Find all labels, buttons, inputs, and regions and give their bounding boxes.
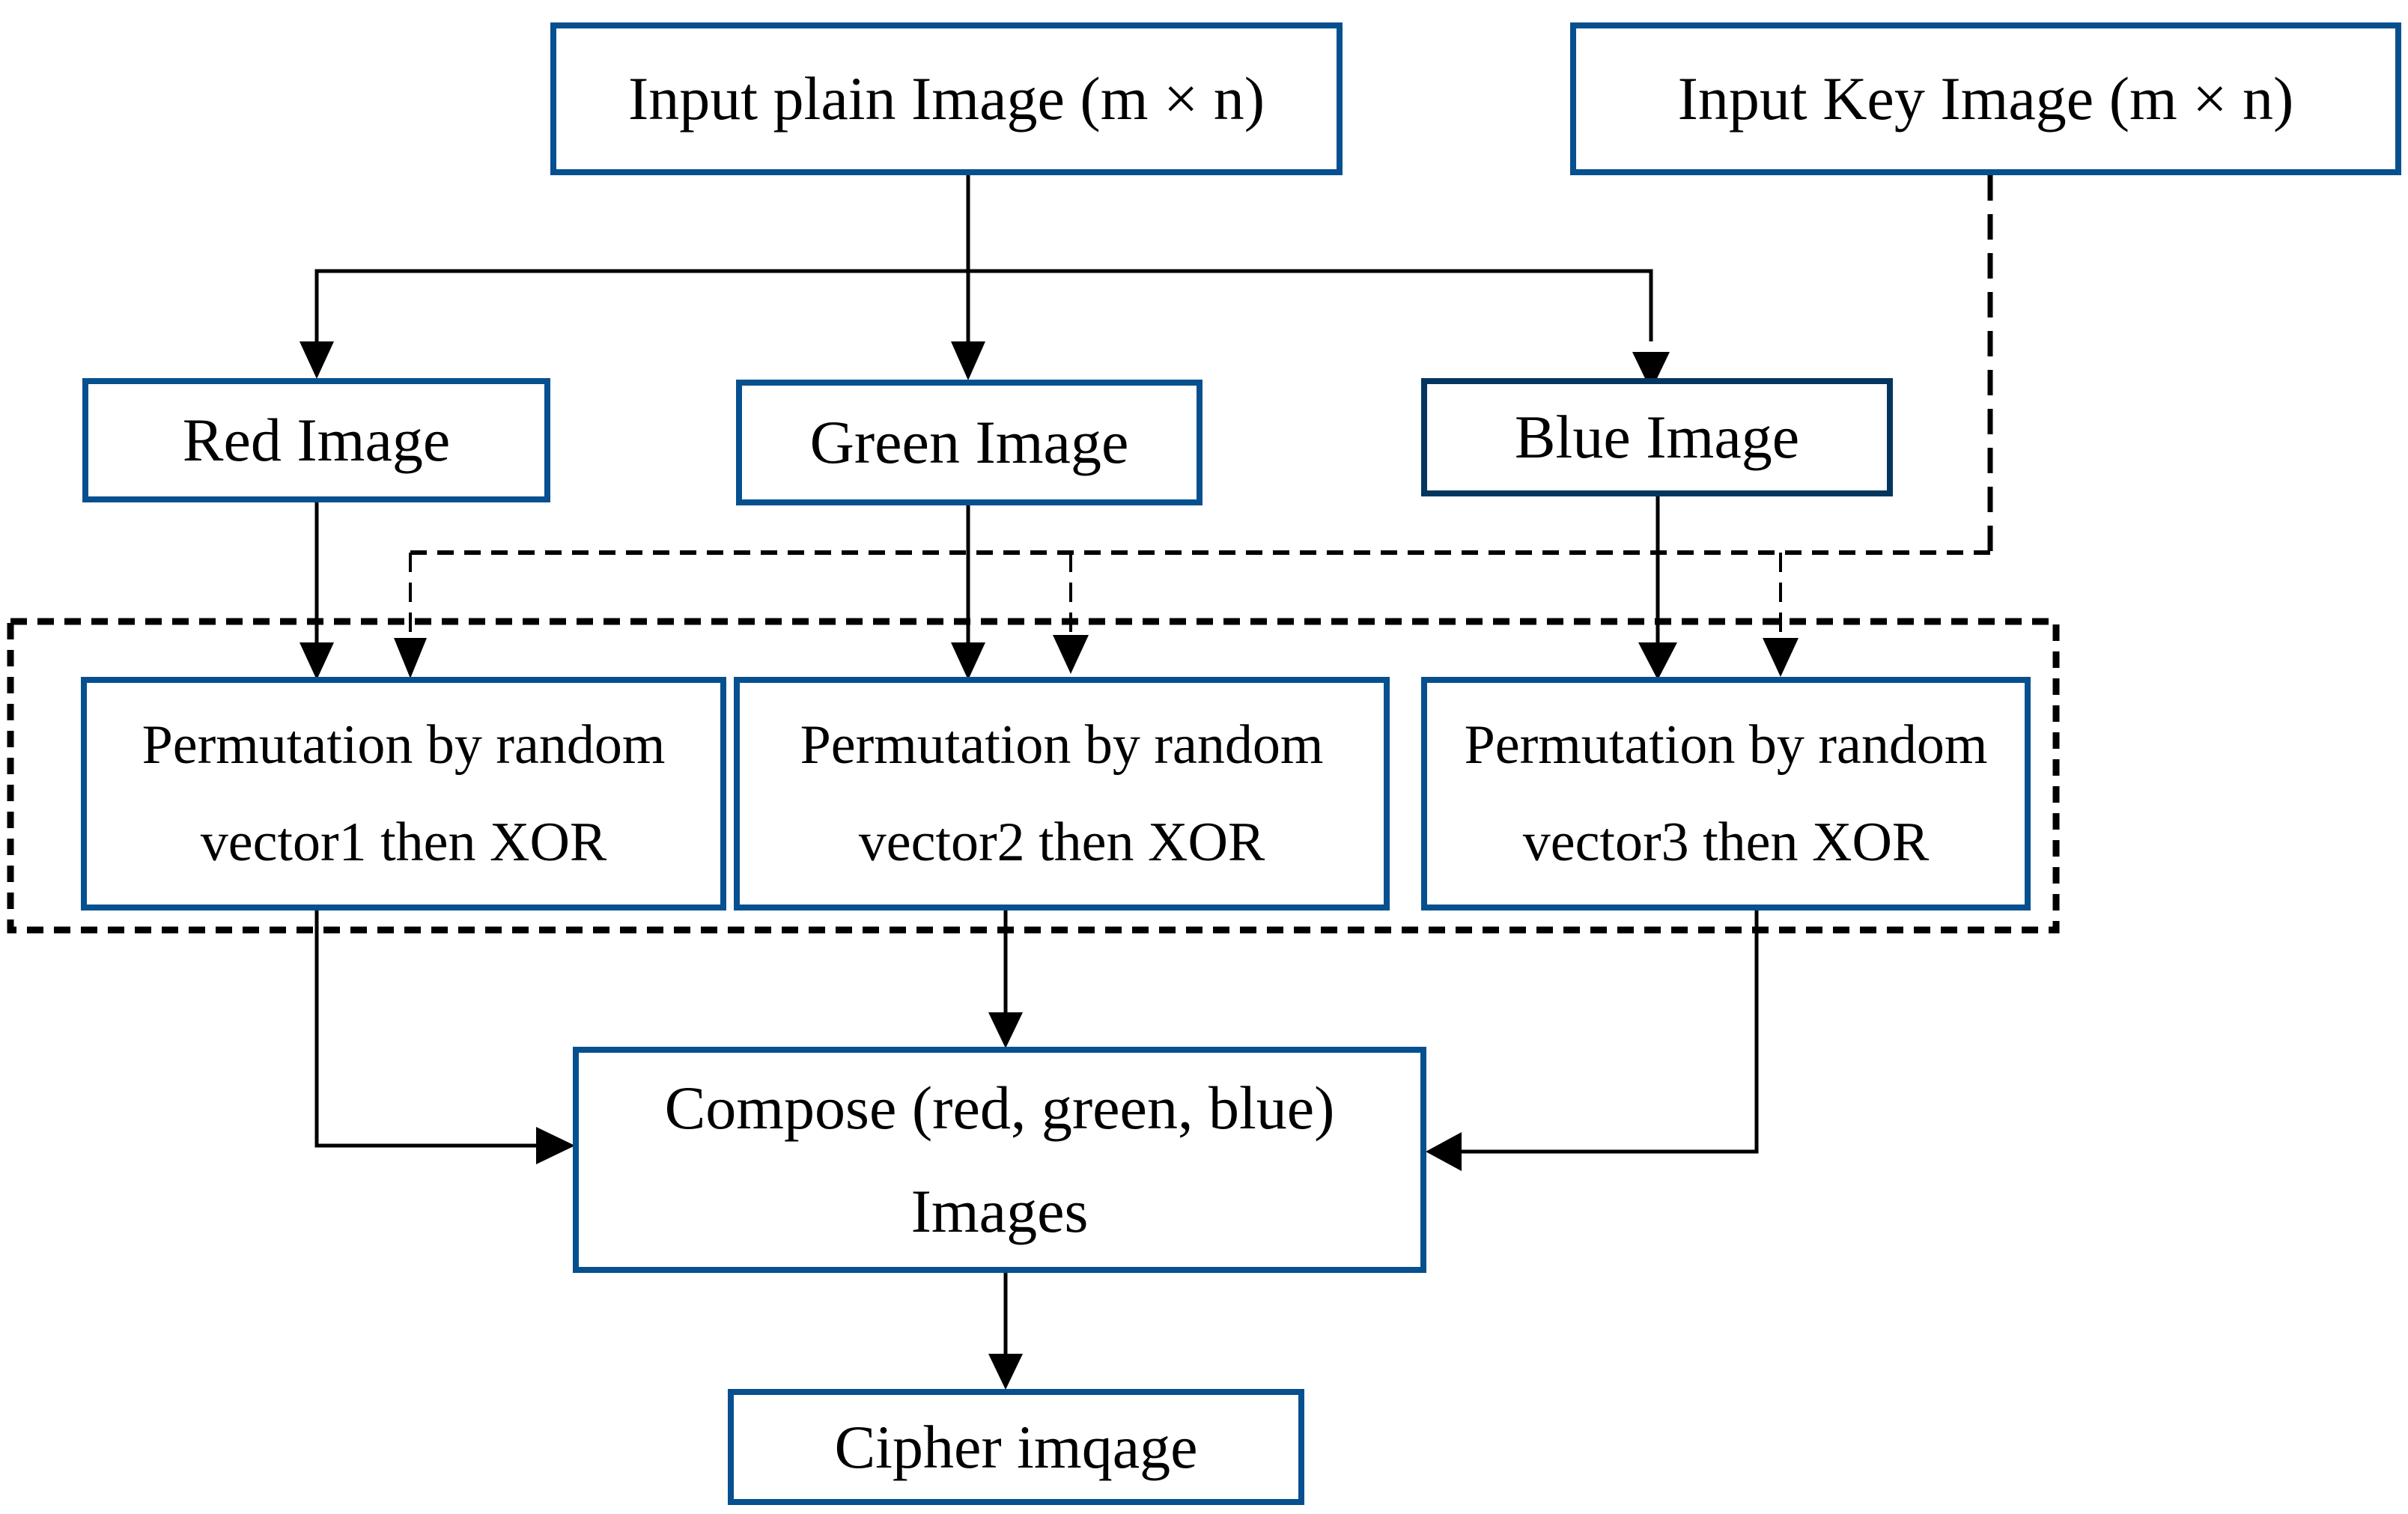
red-image-node: Red Image [82, 378, 550, 502]
key-arrowhead-perm3 [1763, 638, 1799, 677]
permutation-3-line2: vector3 then XOR [1522, 812, 1930, 873]
arrowhead-to-perm2 [951, 642, 985, 680]
permutation-1-line1: Permutation by random [142, 714, 666, 776]
arrowhead-perm1-to-compose [536, 1127, 575, 1164]
input-key-image-label: Input Key Image (m × n) [1677, 64, 2294, 133]
blue-image-node: Blue Image [1421, 378, 1893, 496]
compose-node: Compose (red, green, blue) Images [573, 1047, 1426, 1273]
permutation-1-line2: vector1 then XOR [200, 812, 607, 873]
cipher-image-node: Cipher imqage [728, 1389, 1304, 1505]
arrowhead-to-perm1 [300, 642, 334, 680]
key-arrowhead-perm2 [1053, 635, 1089, 674]
compose-line2: Images [910, 1177, 1089, 1245]
arrowhead-to-perm3 [1638, 642, 1677, 680]
permutation-3-line1: Permutation by random [1464, 714, 1988, 776]
input-plain-image-node: Input plain Image (m × n) [550, 22, 1343, 175]
compose-line1: Compose (red, green, blue) [664, 1074, 1335, 1142]
cipher-image-label: Cipher imqage [834, 1412, 1198, 1481]
permutation-node-1: Permutation by random vector1 then XOR [81, 677, 726, 910]
arrowhead-perm3-to-compose [1426, 1132, 1462, 1171]
arrowhead-perm2-to-compose [988, 1012, 1023, 1048]
arrowhead-to-red [300, 341, 334, 379]
red-image-label: Red Image [182, 406, 451, 474]
permutation-node-3: Permutation by random vector3 then XOR [1421, 677, 2031, 910]
input-plain-image-label: Input plain Image (m × n) [627, 64, 1265, 133]
permutation-node-2: Permutation by random vector2 then XOR [734, 677, 1390, 910]
arrowhead-compose-to-cipher [988, 1354, 1023, 1390]
plain-to-channels-connector [314, 175, 1653, 341]
input-key-image-node: Input Key Image (m × n) [1570, 22, 2401, 175]
arrowhead-to-green [951, 341, 985, 380]
permutation-2-line1: Permutation by random [800, 714, 1324, 776]
blue-image-label: Blue Image [1514, 403, 1800, 471]
key-arrowhead-perm1 [394, 638, 427, 678]
green-image-node: Green Image [736, 380, 1203, 505]
green-image-label: Green Image [809, 408, 1129, 476]
permutation-2-line2: vector2 then XOR [858, 812, 1265, 873]
